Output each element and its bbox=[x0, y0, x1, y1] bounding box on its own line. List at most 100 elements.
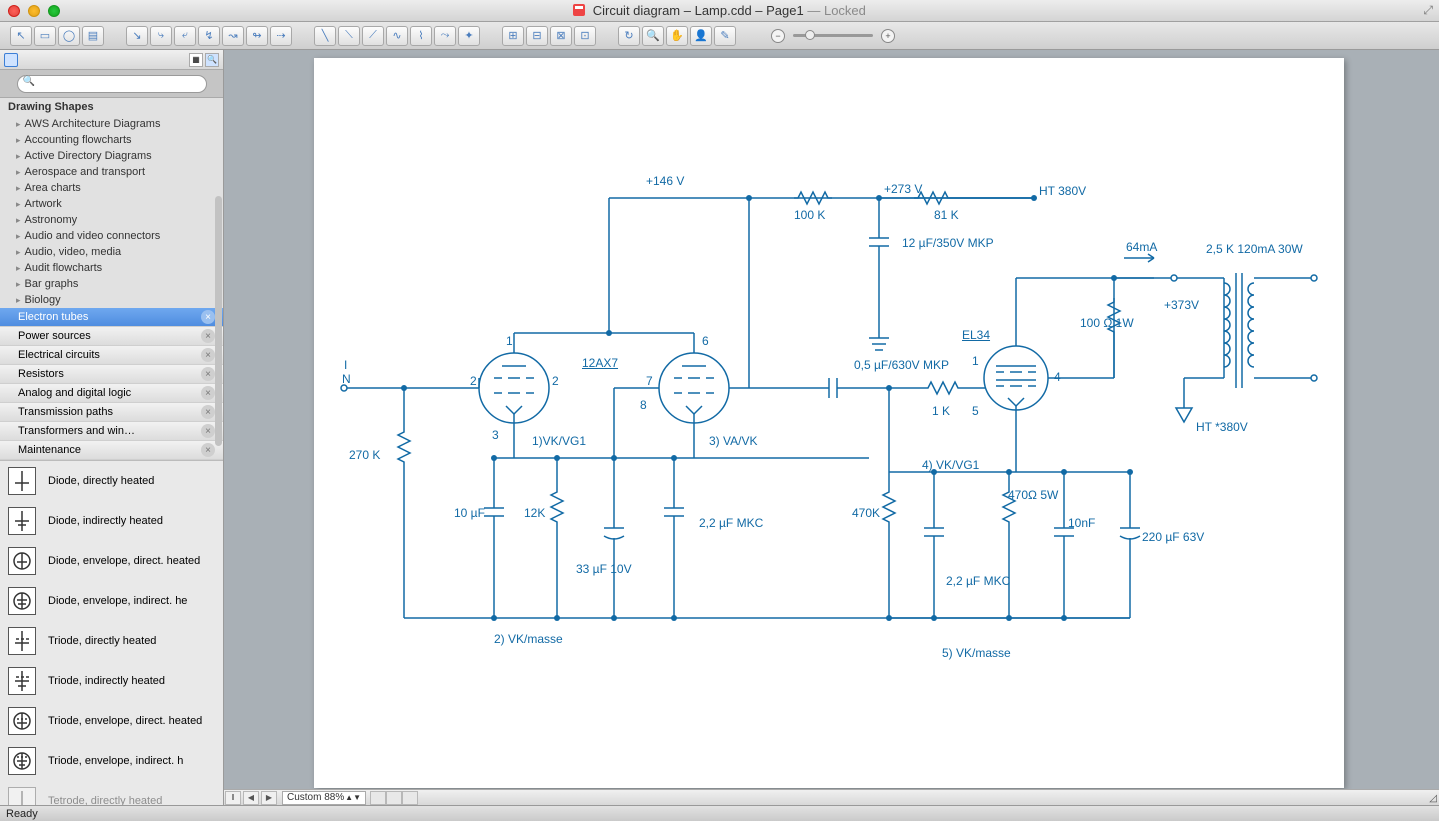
shape-item[interactable]: Diode, envelope, indirect. he bbox=[0, 581, 223, 621]
line-tool-6[interactable]: ⤳ bbox=[434, 26, 456, 46]
diode-icon bbox=[8, 467, 36, 495]
category-item[interactable]: Audio, video, media bbox=[0, 244, 223, 260]
close-icon[interactable]: × bbox=[201, 348, 215, 362]
drawing-canvas[interactable]: I N 270 K 1 2 2 3 12AX7 +146 V 6 7 8 1)V… bbox=[314, 58, 1344, 788]
canvas-area[interactable]: I N 270 K 1 2 2 3 12AX7 +146 V 6 7 8 1)V… bbox=[224, 50, 1439, 805]
category-item[interactable]: Audit flowcharts bbox=[0, 260, 223, 276]
layout-tool-2[interactable]: ⊟ bbox=[526, 26, 548, 46]
category-list[interactable]: Drawing Shapes AWS Architecture Diagrams… bbox=[0, 98, 223, 308]
category-item[interactable]: Area charts bbox=[0, 180, 223, 196]
ellipse-tool[interactable]: ◯ bbox=[58, 26, 80, 46]
category-item[interactable]: Aerospace and transport bbox=[0, 164, 223, 180]
close-window-button[interactable] bbox=[8, 5, 20, 17]
zoom-out-icon[interactable]: − bbox=[771, 29, 785, 43]
category-item[interactable]: Active Directory Diagrams bbox=[0, 148, 223, 164]
shape-item[interactable]: Tetrode, directly heated bbox=[0, 781, 223, 805]
zoom-thumb[interactable] bbox=[805, 30, 815, 40]
shape-item[interactable]: Triode, envelope, indirect. h bbox=[0, 741, 223, 781]
line-tool-5[interactable]: ⌇ bbox=[410, 26, 432, 46]
page-tab[interactable] bbox=[402, 791, 418, 805]
close-icon[interactable]: × bbox=[201, 405, 215, 419]
layout-tool-1[interactable]: ⊞ bbox=[502, 26, 524, 46]
category-item[interactable]: Bar graphs bbox=[0, 276, 223, 292]
shape-item[interactable]: Triode, directly heated bbox=[0, 621, 223, 661]
close-icon[interactable]: × bbox=[201, 367, 215, 381]
grid-view-icon[interactable]: ▦ bbox=[189, 53, 203, 67]
label: 2 bbox=[552, 374, 559, 388]
connector-tool-5[interactable]: ↝ bbox=[222, 26, 244, 46]
library-item[interactable]: Analog and digital logic× bbox=[0, 384, 223, 403]
category-item[interactable]: Biology bbox=[0, 292, 223, 308]
library-item[interactable]: Maintenance× bbox=[0, 441, 223, 460]
connector-tool-2[interactable]: ⤷ bbox=[150, 26, 172, 46]
page-tabs[interactable] bbox=[370, 791, 418, 805]
diode-envelope-icon bbox=[8, 547, 36, 575]
tetrode-icon bbox=[8, 787, 36, 805]
prev-page-icon[interactable]: ◀ bbox=[243, 791, 259, 805]
resize-grip-icon[interactable]: ◿ bbox=[1429, 793, 1437, 804]
category-item[interactable]: AWS Architecture Diagrams bbox=[0, 116, 223, 132]
pen-tool[interactable]: ✎ bbox=[714, 26, 736, 46]
label: 4 bbox=[1054, 370, 1061, 384]
hand-tool[interactable]: ✋ bbox=[666, 26, 688, 46]
label: 100 Ω 1W bbox=[1080, 316, 1125, 330]
category-item[interactable]: Accounting flowcharts bbox=[0, 132, 223, 148]
library-item[interactable]: Transformers and win…× bbox=[0, 422, 223, 441]
line-tool-7[interactable]: ✦ bbox=[458, 26, 480, 46]
connector-tool-4[interactable]: ↯ bbox=[198, 26, 220, 46]
category-item[interactable]: Artwork bbox=[0, 196, 223, 212]
page-tab[interactable] bbox=[370, 791, 386, 805]
library-tab-icon[interactable] bbox=[4, 53, 18, 67]
connector-tool-3[interactable]: ⤶ bbox=[174, 26, 196, 46]
text-tool[interactable]: ▤ bbox=[82, 26, 104, 46]
sidebar-search-input[interactable] bbox=[17, 75, 207, 93]
label: 12 µF/350V MKP bbox=[902, 236, 987, 250]
search-tab-icon[interactable]: 🔍 bbox=[205, 53, 219, 67]
scroll-left-icon[interactable]: ‖ bbox=[225, 791, 241, 805]
layout-tool-4[interactable]: ⊡ bbox=[574, 26, 596, 46]
shape-item[interactable]: Diode, indirectly heated bbox=[0, 501, 223, 541]
next-page-icon[interactable]: ▶ bbox=[261, 791, 277, 805]
fullscreen-icon[interactable]: ⤢ bbox=[1423, 3, 1433, 18]
connector-tool-1[interactable]: ↘ bbox=[126, 26, 148, 46]
library-item[interactable]: Transmission paths× bbox=[0, 403, 223, 422]
label: 2,2 µF MKC bbox=[946, 574, 996, 588]
zoom-in-icon[interactable]: + bbox=[881, 29, 895, 43]
line-tool-4[interactable]: ∿ bbox=[386, 26, 408, 46]
close-icon[interactable]: × bbox=[201, 424, 215, 438]
close-icon[interactable]: × bbox=[201, 329, 215, 343]
shape-item[interactable]: Triode, indirectly heated bbox=[0, 661, 223, 701]
close-icon[interactable]: × bbox=[201, 310, 215, 324]
close-icon[interactable]: × bbox=[201, 386, 215, 400]
shape-item[interactable]: Diode, directly heated bbox=[0, 461, 223, 501]
close-icon[interactable]: × bbox=[201, 443, 215, 457]
category-item[interactable]: Audio and video connectors bbox=[0, 228, 223, 244]
rectangle-tool[interactable]: ▭ bbox=[34, 26, 56, 46]
zoom-slider[interactable]: − + bbox=[771, 29, 895, 43]
layout-tool-3[interactable]: ⊠ bbox=[550, 26, 572, 46]
line-tool-1[interactable]: ╲ bbox=[314, 26, 336, 46]
page-tab[interactable] bbox=[386, 791, 402, 805]
category-item[interactable]: Astronomy bbox=[0, 212, 223, 228]
line-tool-3[interactable]: ⟋ bbox=[362, 26, 384, 46]
zoom-level-field[interactable]: Custom 88%▲▼ bbox=[282, 791, 366, 805]
shape-item[interactable]: Diode, envelope, direct. heated bbox=[0, 541, 223, 581]
minimize-window-button[interactable] bbox=[28, 5, 40, 17]
library-item[interactable]: Resistors× bbox=[0, 365, 223, 384]
shape-item[interactable]: Triode, envelope, direct. heated bbox=[0, 701, 223, 741]
library-item-electron-tubes[interactable]: Electron tubes× bbox=[0, 308, 223, 327]
zoom-track[interactable] bbox=[793, 34, 873, 37]
label: 7 bbox=[646, 374, 653, 388]
shape-palette[interactable]: Diode, directly heated Diode, indirectly… bbox=[0, 460, 223, 805]
line-tool-2[interactable]: ⟍ bbox=[338, 26, 360, 46]
connector-tool-7[interactable]: ⇢ bbox=[270, 26, 292, 46]
refresh-tool[interactable]: ↻ bbox=[618, 26, 640, 46]
zoom-window-button[interactable] bbox=[48, 5, 60, 17]
zoom-tool[interactable]: 🔍 bbox=[642, 26, 664, 46]
pointer-tool[interactable]: ↖ bbox=[10, 26, 32, 46]
library-item[interactable]: Electrical circuits× bbox=[0, 346, 223, 365]
person-tool[interactable]: 👤 bbox=[690, 26, 712, 46]
library-item[interactable]: Power sources× bbox=[0, 327, 223, 346]
connector-tool-6[interactable]: ↬ bbox=[246, 26, 268, 46]
category-scrollbar[interactable] bbox=[215, 196, 222, 446]
